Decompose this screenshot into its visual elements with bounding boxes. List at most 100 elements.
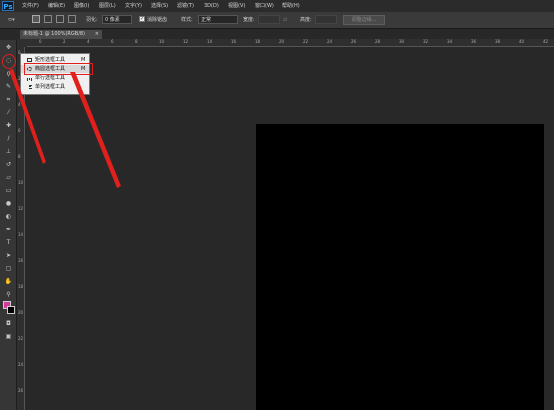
menu-3d[interactable]: 3D(D) xyxy=(204,0,219,12)
stamp-icon[interactable]: ⊥ xyxy=(4,148,13,156)
menu-select[interactable]: 选择(S) xyxy=(151,0,168,12)
annotation-highlight-box xyxy=(24,63,93,75)
style-select[interactable]: 正常 xyxy=(198,15,238,24)
move-icon[interactable]: ✥ xyxy=(4,44,13,52)
menu-window[interactable]: 窗口(W) xyxy=(255,0,274,12)
feather-input[interactable]: 0 像素 xyxy=(102,15,132,24)
flyout-label: 单列选框工具 xyxy=(35,84,66,90)
healing-icon[interactable]: ✚ xyxy=(4,122,13,130)
ruler-tick-label: 24 xyxy=(327,39,333,44)
flyout-item-single-row[interactable]: 单行选框工具 xyxy=(21,74,89,82)
ruler-tick-label: 16 xyxy=(18,258,24,263)
height-input[interactable] xyxy=(315,15,337,24)
swap-icon[interactable]: ⇄ xyxy=(283,15,287,25)
ruler-tick-label: 6 xyxy=(18,128,21,133)
menu-image[interactable]: 图像(I) xyxy=(74,0,89,12)
single-row-icon xyxy=(27,78,32,80)
crop-icon[interactable]: ⌗ xyxy=(4,96,13,104)
intersect-selection-icon[interactable] xyxy=(68,15,76,23)
ruler-tick-label: 36 xyxy=(471,39,477,44)
flyout-item-single-column[interactable]: 单列选框工具 xyxy=(21,83,89,91)
ruler-tick-label: 8 xyxy=(135,39,138,44)
single-column-icon xyxy=(29,85,31,89)
ruler-tick-label: 24 xyxy=(18,362,24,367)
menu-file[interactable]: 文件(F) xyxy=(22,0,39,12)
ruler-tick-label: 26 xyxy=(351,39,357,44)
subtract-selection-icon[interactable] xyxy=(56,15,64,23)
antialias-checkbox[interactable]: ✓ xyxy=(139,16,145,22)
photoshop-logo: Ps xyxy=(2,1,14,11)
brush-icon[interactable]: ∕ xyxy=(4,135,13,143)
menu-type[interactable]: 文字(Y) xyxy=(125,0,142,12)
eyedropper-icon[interactable]: ⁄ xyxy=(4,109,13,117)
ruler-tick-label: 16 xyxy=(231,39,237,44)
options-bar: ⬭▾ 羽化: 0 像素 ✓ 消除锯齿 样式: 正常 宽度: ⇄ 高度: 调整边缘… xyxy=(0,12,554,29)
ruler-tick-label: 28 xyxy=(375,39,381,44)
ruler-tick-label: 20 xyxy=(279,39,285,44)
ruler-tick-label: 18 xyxy=(255,39,261,44)
ruler-tick-label: 4 xyxy=(18,102,21,107)
ruler-tick-label: 18 xyxy=(18,284,24,289)
height-label: 高度: xyxy=(300,17,312,23)
history-brush-icon[interactable]: ↺ xyxy=(4,161,13,169)
ruler-tick-label: 20 xyxy=(18,310,24,315)
ruler-tick-label: 0 xyxy=(39,39,42,44)
rect-marquee-icon xyxy=(27,58,32,62)
hand-icon[interactable]: ✋ xyxy=(4,278,13,286)
ruler-tick-label: 4 xyxy=(87,39,90,44)
ruler-tick-label: 22 xyxy=(303,39,309,44)
ruler-tick-label: 40 xyxy=(519,39,525,44)
ruler-tick-label: 10 xyxy=(159,39,165,44)
background-color-swatch[interactable] xyxy=(7,306,15,314)
left-ruler: 02468101214161820222426 xyxy=(17,47,25,410)
new-selection-icon[interactable] xyxy=(32,15,40,23)
type-icon[interactable]: T xyxy=(4,239,13,247)
shape-icon[interactable]: ▢ xyxy=(4,265,13,273)
eraser-icon[interactable]: ▱ xyxy=(4,174,13,182)
ruler-tick-label: 42 xyxy=(543,39,549,44)
pen-icon[interactable]: ✒ xyxy=(4,226,13,234)
menu-help[interactable]: 帮助(H) xyxy=(282,0,300,12)
toolbox: ✥ ◌ ϙ ✎ ⌗ ⁄ ✚ ∕ ⊥ ↺ ▱ ▭ ● ◐ ✒ T ➤ ▢ ✋ ⚲ … xyxy=(0,40,17,410)
style-label: 样式: xyxy=(181,17,193,23)
ruler-tick-label: 12 xyxy=(18,206,24,211)
lasso-icon[interactable]: ϙ xyxy=(4,70,13,78)
screen-mode-icon[interactable]: ▣ xyxy=(4,333,13,341)
document-tab[interactable]: 未标题-1 @ 100%(RGB/8) × xyxy=(20,30,102,39)
ruler-tick-label: 30 xyxy=(399,39,405,44)
ruler-corner xyxy=(17,39,27,47)
ruler-tick-label: 26 xyxy=(18,388,24,393)
top-ruler: 0 2 4 6 8 10 12 14 16 18 20 22 24 26 28 30 32 34 36 38 40 42 xyxy=(27,39,554,47)
ruler-tick-label: 14 xyxy=(18,232,24,237)
width-label: 宽度: xyxy=(243,17,255,23)
menu-view[interactable]: 视图(V) xyxy=(228,0,245,12)
document-title: 未标题-1 @ 100%(RGB/8) xyxy=(23,31,86,37)
ruler-tick-label: 14 xyxy=(207,39,213,44)
zoom-icon[interactable]: ⚲ xyxy=(4,291,13,299)
feather-label: 羽化: xyxy=(86,17,98,23)
ruler-tick-label: 2 xyxy=(63,39,66,44)
ruler-tick-label: 32 xyxy=(423,39,429,44)
path-select-icon[interactable]: ➤ xyxy=(4,252,13,260)
menu-bar: Ps 文件(F) 编辑(E) 图像(I) 图层(L) 文字(Y) 选择(S) 滤… xyxy=(0,0,554,12)
document-canvas[interactable] xyxy=(256,124,544,410)
menu-filter[interactable]: 滤镜(T) xyxy=(177,0,194,12)
quick-select-icon[interactable]: ✎ xyxy=(4,83,13,91)
quick-mask-icon[interactable]: ◘ xyxy=(4,320,13,328)
ruler-tick-label: 8 xyxy=(18,154,21,159)
gradient-icon[interactable]: ▭ xyxy=(4,187,13,195)
blur-icon[interactable]: ● xyxy=(4,200,13,208)
ruler-tick-label: 12 xyxy=(183,39,189,44)
close-tab-icon[interactable]: × xyxy=(95,30,99,39)
menu-edit[interactable]: 编辑(E) xyxy=(48,0,65,12)
dodge-icon[interactable]: ◐ xyxy=(4,213,13,221)
ruler-tick-label: 10 xyxy=(18,180,24,185)
ruler-tick-label: 34 xyxy=(447,39,453,44)
tool-preset-icon[interactable]: ⬭▾ xyxy=(8,15,15,25)
menu-layer[interactable]: 图层(L) xyxy=(99,0,116,12)
add-to-selection-icon[interactable] xyxy=(44,15,52,23)
refine-edge-button[interactable]: 调整边缘... xyxy=(343,15,385,25)
ruler-tick-label: 38 xyxy=(495,39,501,44)
ruler-tick-label: 22 xyxy=(18,336,24,341)
width-input[interactable] xyxy=(258,15,280,24)
